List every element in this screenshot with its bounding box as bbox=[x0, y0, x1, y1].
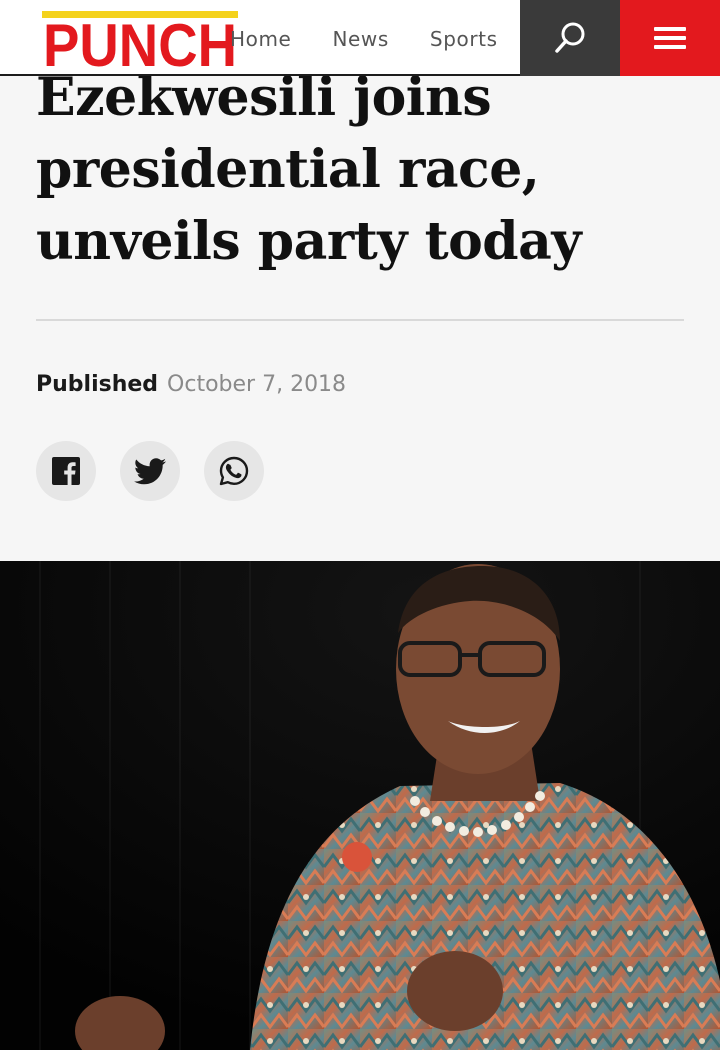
share-buttons bbox=[36, 441, 288, 501]
published-label: Published bbox=[36, 371, 159, 397]
site-header: PUNCH Home News Sports bbox=[0, 0, 720, 76]
facebook-icon bbox=[52, 457, 80, 485]
share-twitter-button[interactable] bbox=[120, 441, 180, 501]
article-headline: Ezekwesili joins presidential race, unve… bbox=[36, 67, 582, 272]
search-button[interactable] bbox=[520, 0, 620, 76]
menu-button[interactable] bbox=[620, 0, 720, 76]
main-nav: Home News Sports bbox=[230, 24, 539, 54]
twitter-icon bbox=[134, 457, 166, 484]
article-hero-image bbox=[0, 561, 720, 1050]
search-icon bbox=[555, 22, 585, 53]
nav-news[interactable]: News bbox=[332, 27, 388, 51]
published-info: Published October 7, 2018 bbox=[36, 368, 346, 400]
share-facebook-button[interactable] bbox=[36, 441, 96, 501]
share-whatsapp-button[interactable] bbox=[204, 441, 264, 501]
nav-sports[interactable]: Sports bbox=[430, 27, 498, 51]
hamburger-menu-icon bbox=[654, 26, 686, 50]
whatsapp-icon bbox=[219, 456, 249, 486]
punch-logo[interactable]: PUNCH bbox=[42, 11, 238, 69]
published-date: October 7, 2018 bbox=[167, 371, 347, 397]
nav-home[interactable]: Home bbox=[230, 27, 291, 51]
headline-divider bbox=[36, 319, 684, 321]
speaker-photo-illustration bbox=[0, 561, 720, 1050]
svg-text:PUNCH: PUNCH bbox=[43, 12, 237, 69]
